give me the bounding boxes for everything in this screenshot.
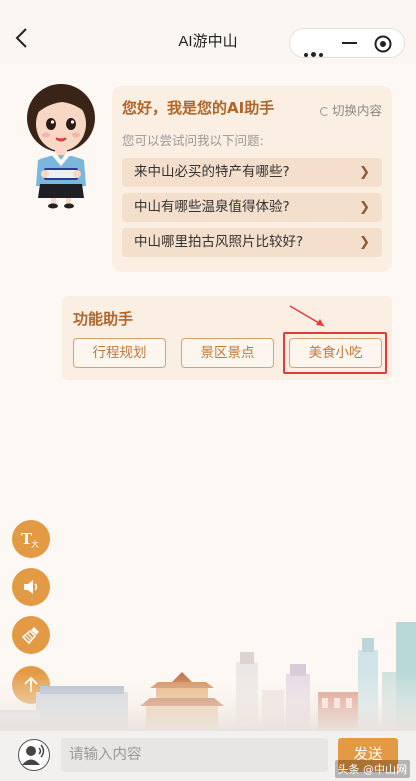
font-size-button[interactable]: T大 [12,520,50,558]
question-text: 中山哪里拍古风照片比较好? [134,234,304,250]
suggested-question[interactable]: 中山有哪些温泉值得体验? ❯ [122,193,382,222]
city-skyline-illustration [0,622,416,732]
close-target-icon[interactable] [374,35,392,53]
greeting-card: 您好，我是您的AI助手 切换内容 您可以尝试问我以下问题: 来中山必买的特产有哪… [112,86,392,272]
annotation-highlight-box [283,332,387,374]
question-text: 来中山必买的特产有哪些? [134,164,290,180]
scenic-spots-button[interactable]: 景区景点 [181,338,274,368]
more-icon[interactable] [304,42,326,61]
voice-input-button[interactable] [18,739,50,771]
svg-text:大: 大 [31,539,39,549]
refresh-icon [319,107,329,116]
hint-text: 您可以尝试问我以下问题: [122,133,264,148]
chevron-right-icon: ❯ [359,200,370,215]
switch-label: 切换内容 [331,103,382,118]
ai-assistant-avatar [27,84,95,209]
nav-bar: AI游中山 [0,0,416,64]
minimize-icon[interactable] [342,42,357,44]
function-helper-title: 功能助手 [73,310,134,328]
speaker-icon [24,580,38,594]
suggested-question[interactable]: 中山哪里拍古风照片比较好? ❯ [122,228,382,257]
font-size-icon: T大 [21,530,39,549]
switch-content-button[interactable]: 切换内容 [319,100,382,119]
chevron-right-icon: ❯ [359,165,370,180]
annotation-arrow-icon [289,305,325,327]
greeting-title: 您好，我是您的AI助手 [122,99,275,117]
voice-playback-button[interactable] [12,568,50,606]
chevron-right-icon: ❯ [359,235,370,250]
watermark-text: 头条 @中山网 [334,760,410,778]
voice-person-icon [22,744,45,765]
question-text: 中山有哪些温泉值得体验? [134,199,290,215]
message-input[interactable] [61,738,328,772]
suggested-question[interactable]: 来中山必买的特产有哪些? ❯ [122,158,382,187]
itinerary-planning-button[interactable]: 行程规划 [73,338,166,368]
mini-program-capsule [289,28,405,58]
